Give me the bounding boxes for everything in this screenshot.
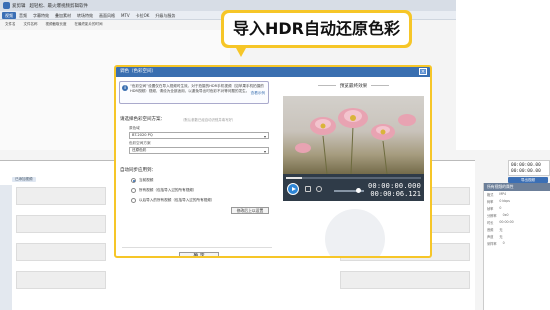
preview-column: 预览最终效果 00:00:00.000 00:00:06.121 [277, 79, 430, 256]
color-space-dialog: 调色（色彩空间） × i “色彩空间”设置仅在导入视频时生效。对于拍摄的HDR手… [114, 65, 432, 258]
view-example-link[interactable]: 查看示例 [251, 91, 265, 96]
banner-pointer [236, 48, 246, 57]
ok-button[interactable]: 确 定 [179, 252, 219, 256]
menu-audio[interactable]: 音频 [16, 12, 30, 19]
info-text: “色彩空间”设置仅在导入视频时生效。对于拍摄的HDR手机视频（如苹果手机拍摄的H… [130, 84, 264, 93]
close-icon[interactable]: × [419, 68, 427, 75]
timeline-slot[interactable] [16, 243, 106, 261]
menu-video[interactable]: 视频 [2, 11, 16, 19]
section-colorspace-hint: （默认参数已经自动识别并填写好） [181, 118, 236, 122]
radio-dot [131, 198, 136, 203]
banner-text: 导入HDR自动还原色彩 [224, 13, 409, 45]
player-controls: 00:00:00.000 00:00:06.121 [283, 174, 424, 201]
feature-banner: 导入HDR自动还原色彩 [221, 10, 412, 48]
volume-knob[interactable] [355, 188, 361, 193]
media-table-header: 文件名 文件名称 视频截取长度 在最终影片的时间 [0, 22, 110, 29]
property-row: 采样率 0 [487, 241, 505, 246]
total-time: 00:00:06.121 [370, 190, 421, 198]
volume-icon[interactable] [316, 186, 322, 192]
main-time-display: 00:00:00.00 00:00:00.00 [508, 160, 550, 176]
chevron-down-icon: ▾ [263, 149, 266, 154]
preview-title: 预览最终效果 [277, 83, 430, 89]
transfer-select[interactable]: BT.2020 PQ ▾ [129, 132, 269, 139]
timeline-toolbar [0, 185, 12, 310]
app-title: 爱剪辑 [12, 3, 26, 9]
flower-image [295, 108, 416, 175]
transfer-label: 原色域 [129, 126, 140, 130]
section-apply-label: 自动同步应用到： [120, 168, 156, 173]
menu-transition[interactable]: 转场特效 [74, 12, 96, 19]
col-name: 文件名称 [23, 22, 38, 26]
property-row: 时长 00:00:00 [487, 220, 514, 225]
property-row: 帧率 0 [487, 206, 502, 211]
section-colorspace-label: 请选择色彩空间方案： [120, 117, 165, 122]
menu-upgrade[interactable]: 升级与服务 [152, 12, 178, 19]
radio-dot-selected [131, 178, 136, 183]
property-row: 码率 0 kbps [487, 199, 510, 204]
col-clip-length: 视频截取长度 [45, 22, 67, 26]
colorspace-label: 色彩空间方案 [129, 141, 151, 145]
info-icon: i [122, 85, 128, 91]
radio-dot [131, 188, 136, 193]
stop-icon[interactable] [305, 186, 311, 192]
menu-style[interactable]: 画面风格 [96, 12, 118, 19]
radio-current-video[interactable]: 当前视频 [131, 178, 153, 183]
dialog-title-text: 调色（色彩空间） [120, 69, 156, 74]
menu-overlay[interactable]: 叠加素材 [52, 12, 74, 19]
menu-karaoke[interactable]: 卡拉OK [133, 12, 153, 19]
play-icon[interactable] [287, 183, 299, 195]
timeline-slot[interactable] [16, 187, 106, 205]
transfer-value: BT.2020 PQ [132, 133, 153, 137]
properties-header: 所有视频的属性 [484, 183, 550, 191]
property-row: 音频无 [487, 228, 503, 232]
timeline-label: 已添加视频 [12, 177, 36, 182]
video-player: 00:00:00.000 00:00:06.121 [283, 96, 424, 201]
current-time: 00:00:00.000 [368, 182, 421, 190]
col-final-time: 在最终影片的时间 [74, 22, 103, 26]
colorspace-value: 还原色彩 [132, 148, 147, 152]
info-box: i “色彩空间”设置仅在导入视频时生效。对于拍摄的HDR手机视频（如苹果手机拍摄… [119, 81, 269, 104]
settings-column: i “色彩空间”设置仅在导入视频时生效。对于拍摄的HDR手机视频（如苹果手机拍摄… [119, 79, 274, 256]
radio-all-videos[interactable]: 所有视频（包括导入过的所有视频） [131, 188, 197, 193]
property-row: 分辨率 0x0 [487, 213, 509, 218]
preview-area [456, 0, 550, 150]
app-subtitle: 超轻松、最火爆视频剪辑软件 [29, 3, 89, 9]
properties-panel: 所有视频的属性 格式 MP4 码率 0 kbps 帧率 0 分辨率 0x0 时长 00:0… [483, 183, 550, 310]
set-all-button[interactable]: 修改后上以设置 [231, 207, 269, 214]
divider [122, 247, 272, 248]
radio-future-videos[interactable]: 以后导入的所有视频（包括导入过的所有视频） [131, 198, 214, 203]
progress-bar[interactable] [286, 177, 421, 179]
menu-subtitle[interactable]: 字幕特效 [30, 12, 52, 19]
colorspace-select[interactable]: 还原色彩 ▾ [129, 147, 269, 154]
timeline-slot[interactable] [16, 271, 106, 289]
col-filename: 文件名 [5, 22, 16, 26]
dialog-title: 调色（色彩空间） × [116, 67, 430, 77]
app-logo-icon [3, 2, 10, 9]
preview-image [283, 96, 424, 175]
decorative-illustration [325, 209, 385, 256]
menu-mtv[interactable]: MTV [118, 12, 133, 19]
property-row: 格式 MP4 [487, 192, 507, 197]
property-row: 声道无 [487, 235, 503, 239]
timeline-slot[interactable] [340, 271, 470, 289]
main-time-total: 00:00:00.00 [511, 169, 541, 174]
timeline-slot[interactable] [16, 215, 106, 233]
chevron-down-icon: ▾ [263, 134, 266, 139]
